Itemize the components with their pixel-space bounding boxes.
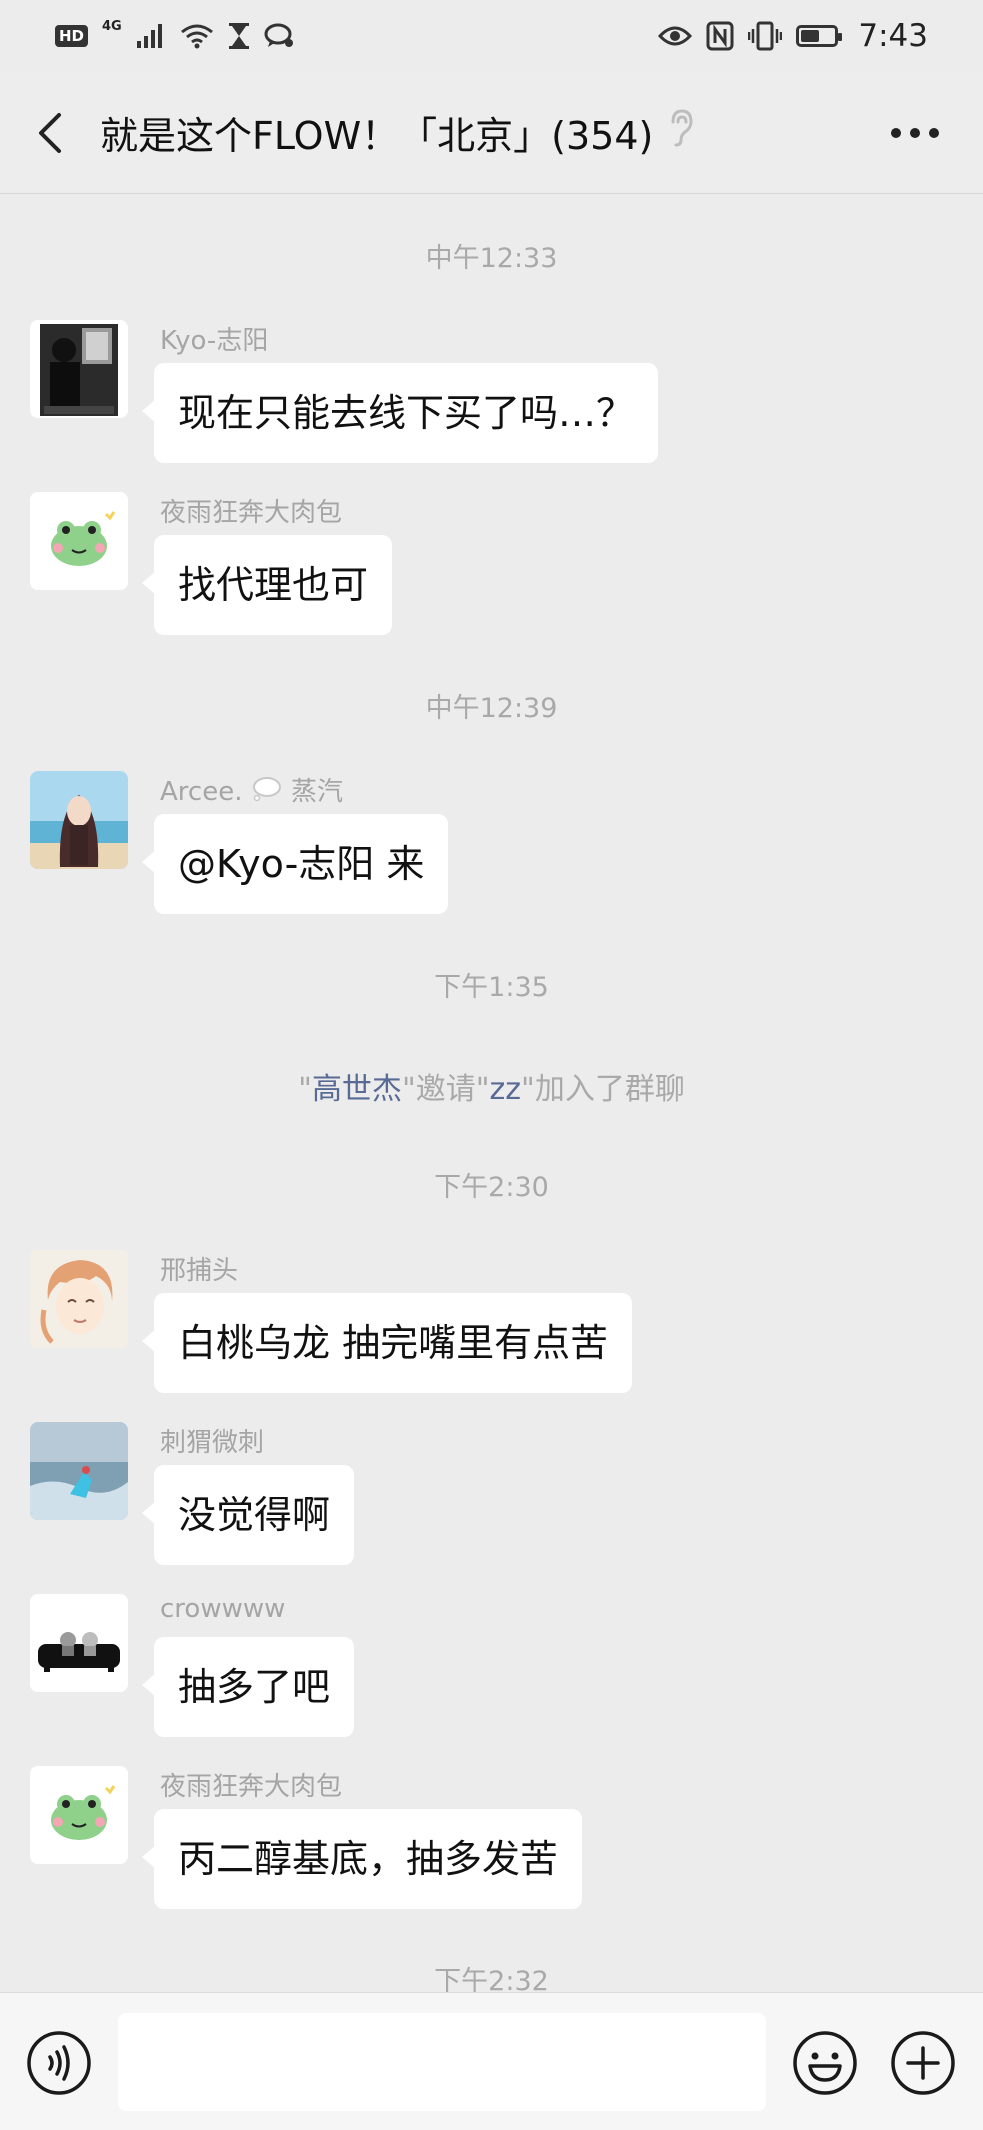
chat-header: 就是这个FLOW！「北京」(354) <box>0 72 983 194</box>
vibrate-icon <box>748 21 783 51</box>
message-bubble[interactable]: 没觉得啊 <box>141 1465 355 1565</box>
message-bubble[interactable]: @Kyo-志阳 来 <box>141 814 449 914</box>
battery-icon <box>796 25 843 47</box>
signal-icon <box>136 23 166 49</box>
voice-icon <box>27 2031 91 2095</box>
back-arrow-icon <box>39 112 61 153</box>
status-left: HD 4G <box>55 18 294 50</box>
more-dots-icon <box>891 128 939 138</box>
message-bubble[interactable]: 丙二醇基底，抽多发苦 <box>141 1809 583 1909</box>
message-bubble[interactable]: 找代理也可 <box>141 535 393 635</box>
timestamp: 中午12:39 <box>425 693 558 724</box>
voice-input-button[interactable] <box>26 2030 92 2096</box>
sender-name: Arcee. 蒸汽 <box>160 771 343 809</box>
timestamp: 下午2:32 <box>434 1966 549 1992</box>
message-bubble[interactable]: 抽多了吧 <box>141 1637 355 1737</box>
wifi-icon <box>180 23 214 49</box>
avatar[interactable] <box>30 1422 128 1520</box>
battery-level-fill <box>801 30 819 42</box>
message-bubble[interactable]: 现在只能去线下买了吗…？ <box>141 363 659 463</box>
thought-bubble-icon <box>251 776 283 809</box>
back-button[interactable] <box>0 72 100 193</box>
chat-title: 就是这个FLOW！「北京」(354) <box>100 114 654 158</box>
system-text: "邀请" <box>401 1072 490 1107</box>
chat-title-group: 就是这个FLOW！「北京」(354) <box>100 105 695 160</box>
emoji-button[interactable] <box>792 2030 858 2096</box>
more-options-button[interactable] <box>887 108 943 158</box>
eye-icon <box>658 24 693 48</box>
chat-bubble-icon <box>264 23 294 49</box>
sender-name: Kyo-志阳 <box>160 326 269 356</box>
chat-message-list[interactable]: 中午12:33 Kyo-志阳 现在只能去线下买了吗…？ 夜雨狂奔大肉包 找代理也… <box>0 194 983 1992</box>
system-text: "加入了群聊 <box>521 1072 685 1107</box>
sender-name: 夜雨狂奔大肉包 <box>160 498 343 528</box>
system-notice: "高世杰"邀请"zz"加入了群聊 <box>0 1064 983 1108</box>
status-bar: HD 4G 7:43 <box>0 0 983 72</box>
timestamp: 下午2:30 <box>434 1172 549 1203</box>
sender-name: 夜雨狂奔大肉包 <box>160 1772 343 1802</box>
hourglass-icon <box>228 22 250 50</box>
avatar[interactable] <box>30 771 128 869</box>
status-clock: 7:43 <box>858 18 928 54</box>
sender-name-tail: 蒸汽 <box>291 777 344 807</box>
emoji-icon <box>793 2031 857 2095</box>
invitee-link[interactable]: zz <box>490 1072 522 1107</box>
ear-icon <box>667 108 695 157</box>
chat-input-bar <box>0 1992 983 2130</box>
avatar[interactable] <box>30 1250 128 1348</box>
message-text-input[interactable] <box>118 2013 766 2111</box>
network-type: 4G <box>102 18 122 34</box>
sender-name: crowwww <box>160 1594 286 1624</box>
system-quote: " <box>298 1072 312 1107</box>
timestamp: 中午12:33 <box>425 243 558 274</box>
avatar[interactable] <box>30 492 128 590</box>
plus-icon <box>891 2031 955 2095</box>
avatar[interactable] <box>30 320 128 418</box>
sender-name: 刺猬微刺 <box>160 1428 265 1458</box>
status-right: 7:43 <box>658 18 928 54</box>
inviter-link[interactable]: 高世杰 <box>312 1072 402 1107</box>
more-functions-button[interactable] <box>890 2030 956 2096</box>
avatar[interactable] <box>30 1766 128 1864</box>
avatar[interactable] <box>30 1594 128 1692</box>
sender-name-main: Arcee. <box>160 777 243 807</box>
nfc-icon <box>706 21 734 51</box>
hd-badge: HD <box>55 25 89 47</box>
message-bubble[interactable]: 白桃乌龙 抽完嘴里有点苦 <box>141 1293 633 1393</box>
sender-name: 邢捕头 <box>160 1256 239 1286</box>
timestamp: 下午1:35 <box>434 972 549 1003</box>
